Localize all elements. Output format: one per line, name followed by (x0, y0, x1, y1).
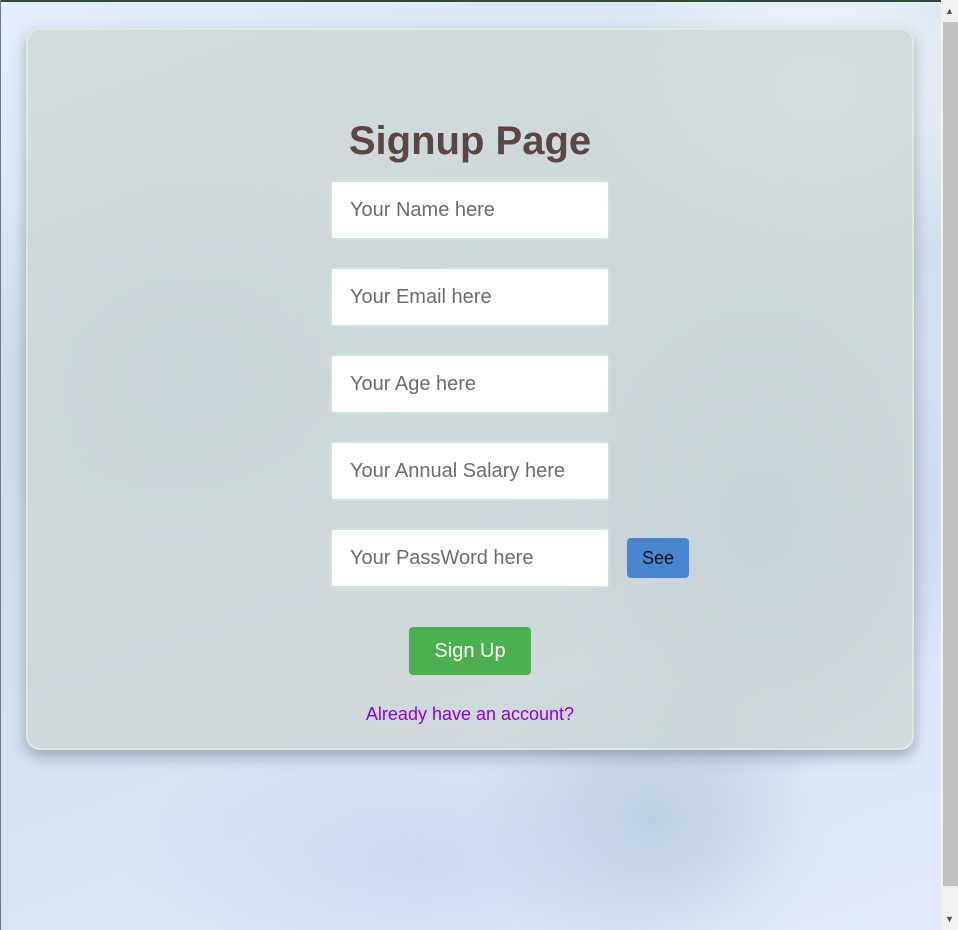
name-input[interactable] (330, 180, 610, 240)
page-title: Signup Page (348, 119, 592, 163)
scroll-down-arrow-icon[interactable]: ▼ (941, 911, 958, 928)
vertical-scrollbar[interactable]: ▲ ▼ (941, 0, 958, 930)
annual-salary-input[interactable] (330, 441, 610, 501)
window-left-border (0, 0, 1, 930)
scrollbar-thumb[interactable] (943, 22, 958, 886)
sign-up-button[interactable]: Sign Up (409, 627, 531, 675)
password-input[interactable] (330, 528, 610, 588)
login-link[interactable]: Already have an account? (28, 703, 912, 725)
email-input[interactable] (330, 267, 610, 327)
scroll-up-arrow-icon[interactable]: ▲ (941, 3, 958, 20)
signup-card: Signup Page See Sign Up Already have an … (26, 28, 914, 750)
see-password-button[interactable]: See (627, 538, 689, 578)
window-top-border (0, 0, 941, 2)
age-input[interactable] (330, 354, 610, 414)
